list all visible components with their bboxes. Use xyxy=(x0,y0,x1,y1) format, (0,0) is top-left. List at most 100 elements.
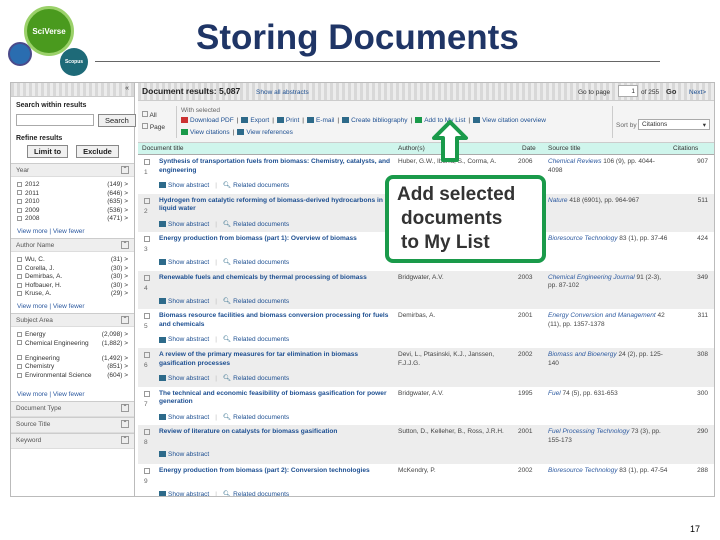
expand-icon[interactable]: ⌃ xyxy=(121,435,129,444)
facet-item[interactable]: Corella, J. (30) > xyxy=(11,265,134,274)
facet-item-count[interactable]: (30) > xyxy=(111,265,128,272)
facet-item-count[interactable]: (30) > xyxy=(111,273,128,280)
facet-item[interactable]: Wu, C. (31) > xyxy=(11,256,134,265)
facet-checkbox[interactable] xyxy=(17,372,22,378)
source-name[interactable]: Bioresource Technology xyxy=(548,467,618,474)
facet-header[interactable]: Author Name ⌃ xyxy=(11,237,134,252)
facet-item-count[interactable]: (29) > xyxy=(111,290,128,297)
facet-item[interactable]: 2010 (635) > xyxy=(11,198,134,207)
facet-item[interactable]: Demirbas, A. (30) > xyxy=(11,273,134,282)
related-documents-link[interactable]: 🔍︎ Related documents xyxy=(223,182,289,189)
column-header-document-title[interactable]: Document title xyxy=(142,145,184,152)
document-title-link[interactable]: Energy production from biomass (part 2):… xyxy=(159,467,396,476)
row-checkbox[interactable] xyxy=(144,236,150,243)
page-input[interactable]: 1 xyxy=(618,85,638,97)
facet-checkbox[interactable] xyxy=(17,363,22,369)
limit-to-button[interactable]: Limit to xyxy=(27,145,69,158)
expand-icon[interactable]: ⌃ xyxy=(121,419,129,428)
collapse-icon[interactable]: « xyxy=(125,85,129,92)
expand-icon[interactable]: ⌃ xyxy=(121,166,129,174)
authors[interactable]: Sutton, D., Kelleher, B., Ross, J.R.H. xyxy=(398,428,516,437)
show-abstract-link[interactable]: Show abstract xyxy=(159,491,209,496)
row-checkbox[interactable] xyxy=(144,352,150,358)
column-header-author-s-[interactable]: Author(s) xyxy=(398,145,425,152)
action-bibliography[interactable]: Create bibliography xyxy=(342,117,408,124)
source-title[interactable]: Biomass and Bioenergy 24 (2), pp. 125-14… xyxy=(548,351,668,368)
citations-count[interactable]: 288 xyxy=(668,467,708,476)
authors[interactable]: Bridgwater, A.V. xyxy=(398,274,516,283)
facet-item[interactable]: Chemical Engineering (1,882) > xyxy=(11,340,134,355)
related-documents-link[interactable]: 🔍︎ Related documents xyxy=(223,298,289,305)
action-pdf[interactable]: Download PDF xyxy=(181,117,234,124)
source-name[interactable]: Chemical Engineering Journal xyxy=(548,274,635,281)
action-references[interactable]: View references xyxy=(237,129,293,136)
facet-checkbox[interactable] xyxy=(17,291,22,297)
related-documents-link[interactable]: 🔍︎ Related documents xyxy=(223,375,289,382)
select-all-checkbox[interactable] xyxy=(142,111,148,117)
select-page-checkbox[interactable] xyxy=(142,123,148,129)
citations-count[interactable]: 511 xyxy=(668,197,708,206)
source-name[interactable]: Fuel Processing Technology xyxy=(548,428,629,435)
action-email[interactable]: E-mail xyxy=(307,117,334,124)
search-button[interactable]: Search xyxy=(98,114,136,127)
document-title-link[interactable]: The technical and economic feasibility o… xyxy=(159,390,396,407)
facet-item[interactable]: 2011 (646) > xyxy=(11,190,134,199)
facet-item-count[interactable]: (1,492) > xyxy=(102,355,128,362)
source-name[interactable]: Energy Conversion and Management xyxy=(548,312,656,319)
facet-item-count[interactable]: (536) > xyxy=(107,207,128,214)
exclude-button[interactable]: Exclude xyxy=(76,145,119,158)
source-name[interactable]: Biomass and Bioenergy xyxy=(548,351,617,358)
search-within-input[interactable] xyxy=(16,114,94,126)
facet-header[interactable]: Year ⌃ xyxy=(11,163,134,177)
document-title-link[interactable]: Synthesis of transportation fuels from b… xyxy=(159,158,396,175)
facet-item-count[interactable]: (149) > xyxy=(107,181,128,188)
row-checkbox[interactable] xyxy=(144,467,150,474)
show-abstract-link[interactable]: Show abstract xyxy=(159,414,209,421)
facet-item[interactable]: Kruse, A. (29) > xyxy=(11,290,134,299)
facet-item-count[interactable]: (2,098) > xyxy=(102,331,128,338)
source-name[interactable]: Nature xyxy=(548,197,568,204)
facet-checkbox[interactable] xyxy=(17,340,22,346)
column-header-citations[interactable]: Citations xyxy=(673,145,698,152)
citations-count[interactable]: 290 xyxy=(668,428,708,437)
row-checkbox[interactable] xyxy=(144,159,150,165)
show-abstract-link[interactable]: Show abstract xyxy=(159,336,209,343)
related-documents-link[interactable]: 🔍︎ Related documents xyxy=(223,491,289,496)
facet-item-count[interactable]: (851) > xyxy=(107,363,128,370)
facet-item[interactable]: 2009 (536) > xyxy=(11,207,134,216)
facet-item[interactable]: Energy (2,098) > xyxy=(11,331,134,340)
citations-count[interactable]: 424 xyxy=(668,235,708,244)
source-title[interactable]: Fuel 74 (5), pp. 631-653 xyxy=(548,390,668,399)
sort-select[interactable]: Citations ▾ xyxy=(638,119,710,130)
related-documents-link[interactable]: 🔍︎ Related documents xyxy=(223,336,289,343)
source-name[interactable]: Bioresource Technology xyxy=(548,235,618,242)
source-title[interactable]: Chemical Reviews 106 (9), pp. 4044-4098 xyxy=(548,158,668,175)
citations-count[interactable]: 300 xyxy=(668,390,708,399)
facet-checkbox[interactable] xyxy=(17,273,22,279)
facet-item-count[interactable]: (635) > xyxy=(107,198,128,205)
facet-header[interactable]: Source Title ⌃ xyxy=(11,416,134,433)
citations-count[interactable]: 308 xyxy=(668,351,708,360)
document-title-link[interactable]: Renewable fuels and chemicals by thermal… xyxy=(159,274,396,283)
show-abstract-link[interactable]: Show abstract xyxy=(159,375,209,382)
facet-header[interactable]: Document Type ⌃ xyxy=(11,400,134,417)
facet-item-count[interactable]: (30) > xyxy=(111,282,128,289)
facet-checkbox[interactable] xyxy=(17,256,22,262)
go-button[interactable]: Go xyxy=(666,87,676,96)
facet-checkbox[interactable] xyxy=(17,355,22,361)
facet-checkbox[interactable] xyxy=(17,198,22,204)
source-title[interactable]: Fuel Processing Technology 73 (3), pp. 1… xyxy=(548,428,668,445)
show-abstract-link[interactable]: Show abstract xyxy=(159,298,209,305)
facet-checkbox[interactable] xyxy=(17,282,22,288)
citations-count[interactable]: 349 xyxy=(668,274,708,283)
facet-item[interactable]: Environmental Science (604) > xyxy=(11,372,134,387)
citations-count[interactable]: 311 xyxy=(668,312,708,321)
expand-icon[interactable]: ⌃ xyxy=(121,315,129,324)
expand-icon[interactable]: ⌃ xyxy=(121,403,129,412)
source-title[interactable]: Nature 418 (6901), pp. 964-967 xyxy=(548,197,668,206)
action-export[interactable]: Export xyxy=(241,117,269,124)
view-more-link[interactable]: View more | View fewer xyxy=(11,224,134,238)
authors[interactable]: Bridgwater, A.V. xyxy=(398,390,516,399)
action-citations[interactable]: View citations xyxy=(181,129,230,136)
related-documents-link[interactable]: 🔍︎ Related documents xyxy=(223,259,289,266)
